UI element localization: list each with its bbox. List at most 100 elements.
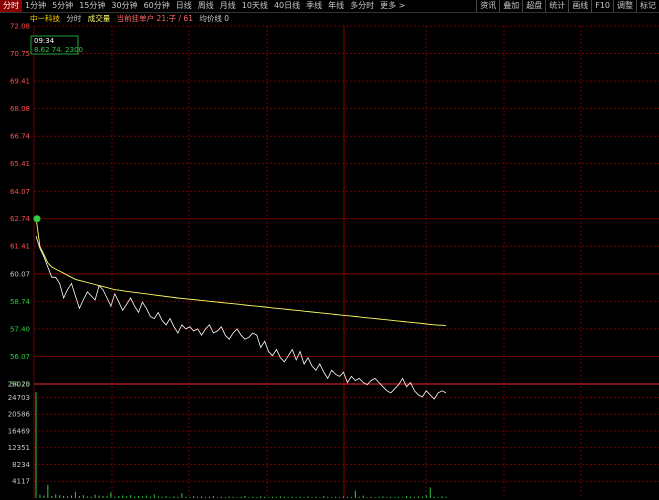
price-tick-5: 65.41 bbox=[10, 160, 30, 168]
volume-bar-28 bbox=[145, 495, 147, 498]
volume-bar-63 bbox=[283, 496, 285, 498]
volume-bar-61 bbox=[275, 497, 277, 498]
volume-bar-9 bbox=[70, 495, 72, 498]
volume-bar-0 bbox=[35, 392, 37, 498]
volume-bar-21 bbox=[118, 495, 120, 498]
volume-bar-65 bbox=[291, 496, 293, 498]
price-tick-4: 66.74 bbox=[10, 133, 31, 141]
volume-bar-33 bbox=[165, 495, 167, 498]
price-tick-11: 57.40 bbox=[10, 325, 30, 333]
volume-bar-3 bbox=[47, 484, 49, 498]
volume-bar-36 bbox=[177, 496, 179, 498]
price-tick-3: 68.08 bbox=[10, 105, 30, 113]
price-tick-9: 60.07 bbox=[10, 270, 30, 278]
volume-bar-57 bbox=[260, 496, 262, 498]
volume-bar-34 bbox=[169, 497, 171, 498]
price-tick-6: 64.07 bbox=[10, 188, 30, 196]
volume-bar-14 bbox=[90, 496, 92, 498]
volume-tick-2: 20586 bbox=[8, 411, 31, 419]
volume-bar-4 bbox=[51, 495, 53, 498]
volume-bar-66 bbox=[295, 497, 297, 498]
cursor-time: 09:34 bbox=[34, 37, 55, 45]
volume-bar-56 bbox=[256, 497, 258, 498]
volume-bar-39 bbox=[189, 497, 191, 498]
volume-bar-102 bbox=[437, 497, 439, 498]
volume-bar-86 bbox=[374, 497, 376, 498]
volume-bar-17 bbox=[102, 495, 104, 498]
volume-bar-6 bbox=[59, 495, 61, 498]
volume-bar-92 bbox=[398, 496, 400, 498]
volume-bar-104 bbox=[445, 496, 447, 498]
volume-bar-88 bbox=[382, 496, 384, 498]
volume-bar-70 bbox=[311, 497, 313, 498]
volume-bar-45 bbox=[212, 495, 214, 498]
volume-bar-22 bbox=[122, 495, 124, 498]
volume-bar-50 bbox=[232, 496, 234, 498]
price-tick-10: 58.74 bbox=[10, 298, 31, 306]
price-series-line bbox=[35, 235, 447, 400]
volume-bar-95 bbox=[410, 496, 412, 498]
volume-bar-96 bbox=[413, 497, 415, 498]
volume-bar-64 bbox=[287, 497, 289, 498]
volume-bar-41 bbox=[197, 496, 199, 498]
volume-bar-20 bbox=[114, 496, 116, 498]
volume-bar-47 bbox=[220, 496, 222, 498]
volume-bar-78 bbox=[343, 496, 344, 498]
volume-bar-13 bbox=[86, 496, 88, 498]
volume-bar-52 bbox=[240, 496, 242, 498]
volume-bar-76 bbox=[335, 496, 337, 498]
volume-bar-59 bbox=[268, 497, 270, 498]
volume-bar-58 bbox=[264, 496, 266, 498]
volume-bar-85 bbox=[370, 496, 372, 498]
average-price-line bbox=[35, 217, 447, 327]
volume-bar-97 bbox=[417, 496, 419, 498]
volume-bar-25 bbox=[134, 496, 136, 498]
volume-bar-19 bbox=[110, 492, 112, 498]
price-tick-7: 62.74 bbox=[10, 215, 31, 223]
volume-bar-53 bbox=[244, 495, 246, 498]
volume-bar-24 bbox=[130, 495, 132, 498]
volume-bar-43 bbox=[205, 497, 207, 498]
price-tick-12: 56.07 bbox=[10, 353, 30, 361]
price-tick-8: 61.41 bbox=[10, 243, 30, 251]
volume-bar-8 bbox=[67, 496, 69, 498]
volume-bar-48 bbox=[224, 497, 226, 498]
volume-bar-75 bbox=[331, 497, 333, 498]
volume-bar-73 bbox=[323, 495, 325, 498]
volume-bar-27 bbox=[141, 496, 143, 498]
volume-tick-4: 12351 bbox=[8, 444, 30, 452]
intraday-chart[interactable]: 72.08 70.75 69.41 68.08 66.74 65.41 64.07 62.74… bbox=[0, 0, 659, 500]
volume-tick-1: 24703 bbox=[8, 394, 30, 402]
volume-bar-62 bbox=[279, 496, 281, 498]
volume-bar-29 bbox=[149, 496, 151, 498]
volume-bar-31 bbox=[157, 496, 159, 498]
volume-bar-55 bbox=[252, 496, 254, 498]
volume-bar-26 bbox=[138, 495, 139, 498]
cursor-value: 8.62 74. 2300 bbox=[34, 46, 83, 54]
volume-tick-5: 8234 bbox=[12, 461, 30, 469]
volume-bar-35 bbox=[173, 496, 175, 498]
volume-bar-15 bbox=[94, 494, 96, 498]
volume-bar-79 bbox=[346, 496, 348, 498]
volume-bar-30 bbox=[153, 494, 155, 498]
volume-bar-49 bbox=[228, 496, 230, 498]
volume-bar-84 bbox=[366, 497, 368, 498]
volume-bar-99 bbox=[425, 495, 427, 498]
volume-bar-72 bbox=[319, 497, 321, 498]
price-tick-0: 72.08 bbox=[10, 23, 30, 31]
volume-bar-60 bbox=[272, 496, 274, 498]
volume-bar-42 bbox=[201, 496, 203, 498]
volume-bar-38 bbox=[185, 496, 187, 498]
volume-bar-12 bbox=[82, 495, 84, 498]
volume-tick-0: 28020 bbox=[8, 381, 30, 389]
volume-bar-1 bbox=[39, 494, 41, 498]
volume-bar-5 bbox=[55, 494, 57, 498]
cursor-marker bbox=[33, 215, 41, 223]
volume-bar-2 bbox=[43, 495, 45, 498]
volume-bar-94 bbox=[406, 495, 408, 498]
volume-bar-98 bbox=[421, 496, 423, 498]
price-tick-1: 70.75 bbox=[10, 50, 30, 58]
volume-bar-103 bbox=[441, 496, 443, 498]
volume-bar-87 bbox=[378, 496, 380, 498]
volume-bar-101 bbox=[433, 496, 435, 498]
